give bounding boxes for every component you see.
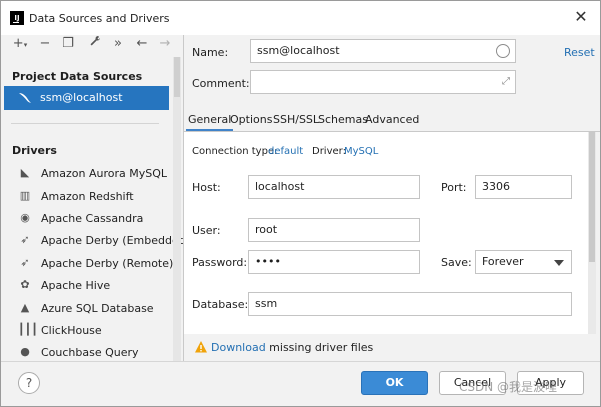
data-sources-dialog: IJ Data Sources and Drivers ✕ +▾ − ❐ » ←… [0,0,601,407]
help-button[interactable]: ? [18,372,40,394]
duplicate-icon[interactable]: ❐ [59,35,77,53]
driver-item-apache-derby-remote[interactable]: ➶ Apache Derby (Remote) [1,253,173,275]
driver-link[interactable]: MySQL [344,146,378,157]
right-pane: Name: ssm@localhost Reset Comment: ⤢ Gen… [184,35,600,361]
host-label: Host: [192,181,221,194]
driver-label: Apache Derby (Embedded) [41,234,190,247]
scrollbar-thumb[interactable] [589,132,595,262]
back-arrow-icon[interactable]: ← [133,35,151,53]
tab-options[interactable]: Options [230,113,272,126]
tab-bar: General Options SSH/SSL Schemas Advanced [184,107,600,132]
expand-icon[interactable]: ⤢ [502,76,510,88]
csdn-watermark: CSDN @我是波哩 [459,380,558,394]
driver-item-apache-cassandra[interactable]: ◉ Apache Cassandra [1,208,173,230]
forward-arrow-icon[interactable]: → [156,35,174,53]
content-scrollbar[interactable] [588,132,596,334]
save-dropdown[interactable]: Forever [475,250,572,274]
driver-item-amazon-aurora-mysql[interactable]: ◣ Amazon Aurora MySQL [1,163,173,185]
warning-text: Download missing driver files [211,341,373,354]
cassandra-icon: ◉ [20,211,30,224]
derby-icon: ➶ [20,233,30,246]
driver-label: Azure SQL Database [41,302,154,315]
download-link[interactable]: Download [211,341,266,354]
warning-icon [195,341,207,353]
window-title: Data Sources and Drivers [29,12,170,25]
more-icon[interactable]: » [109,35,127,53]
driver-label: Apache Derby (Remote) [41,257,174,270]
chevron-down-icon [554,260,564,266]
driver-label: Apache Hive [41,279,111,292]
data-source-label: ssm@localhost [40,91,123,104]
driver-label: Amazon Aurora MySQL [41,167,167,180]
database-field[interactable]: ssm [248,292,572,316]
left-scrollbar[interactable] [173,57,181,361]
driver-label: ClickHouse [41,324,102,337]
left-toolbar: +▾ − ❐ » ← → [1,35,183,57]
database-label: Database: [192,298,249,311]
password-field[interactable]: •••• [248,250,420,274]
aurora-icon: ◣ [20,166,30,179]
driver-label: Couchbase Query [41,346,139,359]
port-label: Port: [441,181,467,194]
general-tab-content: Connection type: default Driver: MySQL H… [184,132,588,334]
name-field[interactable]: ssm@localhost [250,39,516,63]
save-label: Save: [441,256,472,269]
driver-item-amazon-redshift[interactable]: ▥ Amazon Redshift [1,186,173,208]
dialog-footer: ? OK Cancel Apply CSDN @我是波哩 [1,361,600,406]
mysql-dolphin-icon [19,93,31,103]
scrollbar-thumb[interactable] [174,57,180,97]
comment-label: Comment: [192,77,250,90]
title-bar: IJ Data Sources and Drivers ✕ [1,1,600,35]
password-label: Password: [192,256,248,269]
user-field[interactable]: root [248,218,420,242]
driver-item-azure-sql-database[interactable]: ▲ Azure SQL Database [1,298,173,320]
save-value: Forever [482,255,524,268]
wrench-icon[interactable] [86,35,104,53]
driver-label: Amazon Redshift [41,190,134,203]
missing-driver-warning: Download missing driver files [184,337,600,359]
reset-link[interactable]: Reset [564,46,595,59]
tab-general[interactable]: General [185,113,234,132]
data-source-item[interactable]: ssm@localhost [4,86,169,110]
section-divider [11,123,159,124]
connection-type-link[interactable]: default [268,146,303,157]
ok-button[interactable]: OK [361,371,428,395]
tab-schemas[interactable]: Schemas [318,113,368,126]
intellij-app-icon: IJ [10,11,24,25]
azure-icon: ▲ [20,301,30,314]
comment-field[interactable]: ⤢ [250,70,516,94]
driver-label: Driver: [312,146,346,157]
driver-item-apache-derby-embedded[interactable]: ➶ Apache Derby (Embedded) [1,230,190,252]
drivers-heading: Drivers [12,144,57,157]
couchbase-icon: ● [20,345,30,358]
color-circle-icon[interactable] [496,44,510,58]
port-field[interactable]: 3306 [475,175,572,199]
driver-item-clickhouse[interactable]: ┃┃┃ ClickHouse [1,320,173,342]
driver-label: Apache Cassandra [41,212,144,225]
tab-ssh-ssl[interactable]: SSH/SSL [273,113,319,126]
connection-type-label: Connection type: [192,146,278,157]
tab-advanced[interactable]: Advanced [365,113,419,126]
name-value: ssm@localhost [257,44,340,57]
user-label: User: [192,224,221,237]
host-field[interactable]: localhost [248,175,420,199]
warning-message: missing driver files [265,341,374,354]
redshift-icon: ▥ [19,189,31,202]
clickhouse-icon: ┃┃┃ [18,323,38,336]
close-icon[interactable]: ✕ [571,7,591,27]
remove-icon[interactable]: − [36,35,54,53]
name-label: Name: [192,46,229,59]
project-data-sources-heading: Project Data Sources [12,70,143,83]
driver-item-apache-hive[interactable]: ✿ Apache Hive [1,275,173,297]
left-pane: +▾ − ❐ » ← → Project Data Sources ssm@lo… [1,35,190,361]
derby-icon: ➶ [20,256,30,269]
hive-icon: ✿ [20,278,30,291]
add-icon[interactable]: +▾ [11,35,29,53]
